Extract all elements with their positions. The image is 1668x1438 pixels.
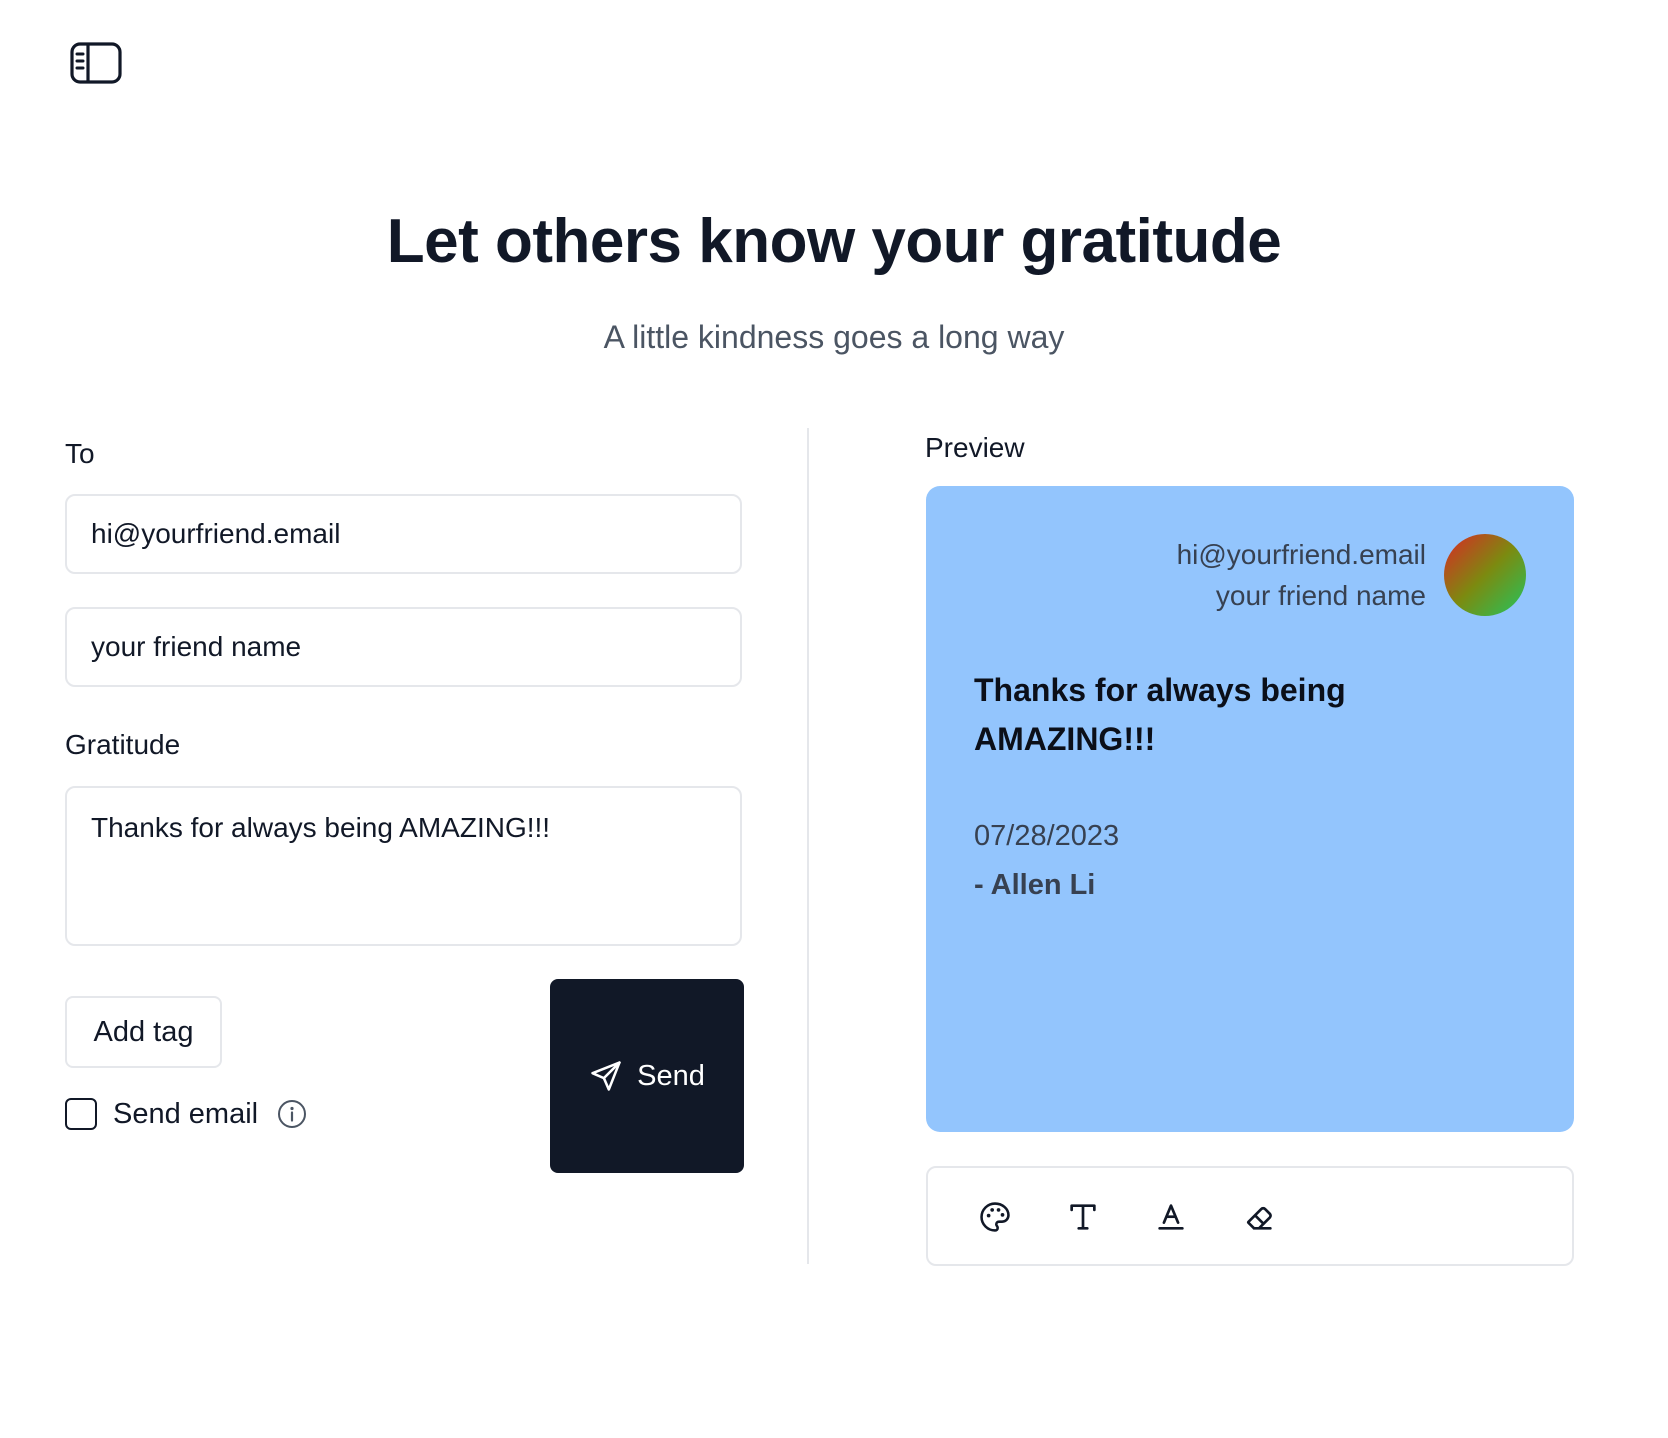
eraser-button[interactable] [1238,1196,1280,1238]
palette-button[interactable] [974,1196,1016,1238]
gratitude-label: Gratitude [65,729,181,760]
card-recipient-email: hi@yourfriend.email [1176,539,1426,570]
card-recipient-name: your friend name [1215,580,1426,611]
add-tag-button[interactable]: Add tag [65,996,222,1068]
palette-icon [980,1202,1010,1232]
text-color-button[interactable] [1150,1196,1192,1238]
send-email-option: Send email [65,1094,308,1134]
preview-label: Preview [925,432,1025,463]
column-divider [807,428,809,1264]
text-type-icon [1070,1204,1096,1230]
card-date: 07/28/2023 [974,820,1120,852]
eraser-icon [1246,1206,1272,1230]
send-button-label: Send [637,1059,705,1092]
text-color-icon [1158,1204,1184,1230]
sidebar-toggle-button[interactable] [68,40,124,86]
gratitude-textarea[interactable]: Thanks for always being AMAZING!!! [65,786,742,946]
gratitude-page: Let others know your gratitude A little … [0,0,1668,1438]
friend-name-field[interactable] [65,607,742,687]
page-title: Let others know your gratitude [386,207,1282,276]
card-recipient: hi@yourfriend.email your friend name [1177,534,1426,616]
preview-card: hi@yourfriend.email your friend name Tha… [926,486,1574,1132]
to-label: To [65,438,95,469]
card-author: - Allen Li [974,869,1096,901]
sidebar-toggle-icon [70,42,122,84]
email-field[interactable] [65,494,742,574]
page-subtitle: A little kindness goes a long way [603,319,1065,355]
send-email-label[interactable]: Send email [113,1098,258,1131]
send-email-checkbox[interactable] [65,1098,97,1130]
send-icon [591,1061,621,1091]
avatar [1444,534,1526,616]
text-type-button[interactable] [1062,1196,1104,1238]
send-button[interactable]: Send [550,979,744,1173]
card-message: Thanks for always being AMAZING!!! [974,672,1346,757]
info-icon[interactable] [276,1098,308,1130]
card-style-toolbar [926,1166,1574,1266]
